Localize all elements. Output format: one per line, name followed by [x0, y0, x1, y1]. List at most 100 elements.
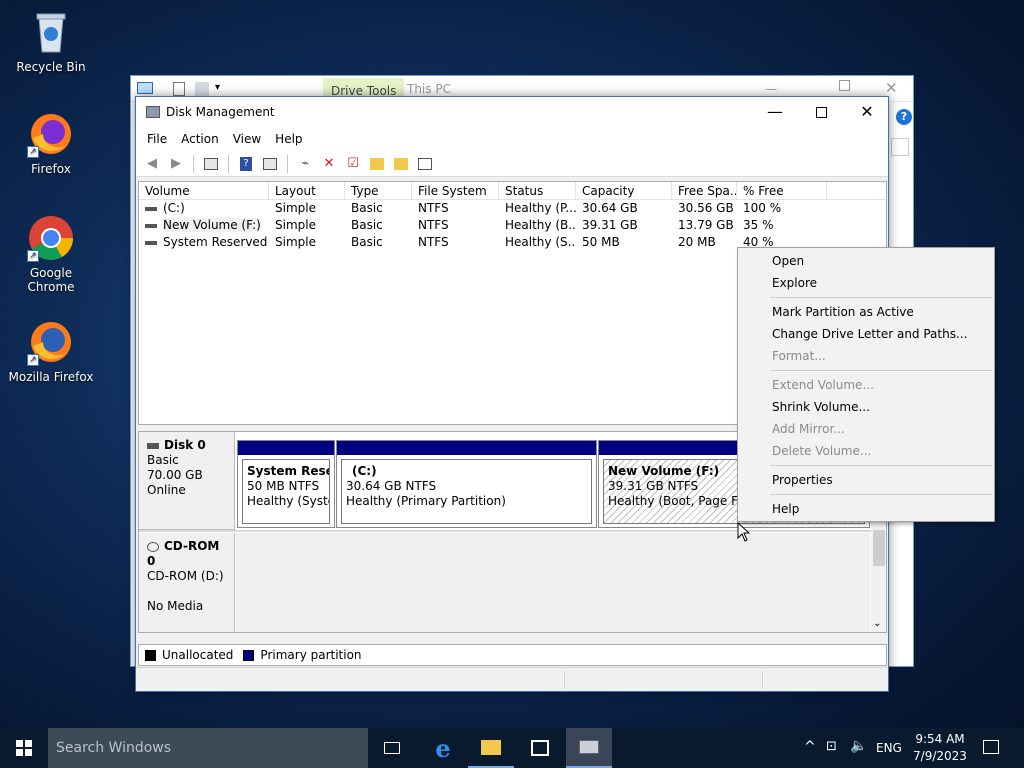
- volume-icon: [145, 223, 157, 228]
- desktop-icon-mozilla-firefox[interactable]: ↗ Mozilla Firefox: [5, 318, 97, 384]
- table-cell: 39.31 GB: [582, 218, 638, 232]
- table-cell: Simple: [275, 235, 316, 249]
- forward-icon[interactable]: ▶: [166, 154, 186, 174]
- desktop-icon-recycle-bin[interactable]: Recycle Bin: [5, 8, 97, 74]
- column-header-free-space[interactable]: Free Spa...: [672, 182, 737, 199]
- menu-item-explore[interactable]: Explore: [738, 272, 994, 294]
- menu-item-extend-volume: Extend Volume...: [772, 378, 874, 392]
- volume-name: New Volume (F:): [163, 218, 261, 232]
- help-icon[interactable]: ?: [896, 109, 912, 125]
- connect-drive-icon[interactable]: ⌁: [295, 154, 315, 174]
- taskbar-file-explorer[interactable]: [468, 728, 514, 768]
- menu-separator: [770, 370, 992, 371]
- show-hide-action-pane-icon[interactable]: [260, 154, 280, 174]
- menu-action[interactable]: Action: [174, 129, 226, 151]
- new-folder-icon[interactable]: [195, 82, 209, 96]
- properties-icon[interactable]: [415, 154, 435, 174]
- menu-view[interactable]: View: [226, 129, 268, 151]
- menu-item-open[interactable]: Open: [738, 250, 994, 272]
- menu-item-format: Format...: [772, 349, 826, 363]
- disk-state: Online: [147, 483, 186, 497]
- search-placeholder: Search Windows: [56, 740, 172, 756]
- clock[interactable]: 9:54 AM 7/9/2023: [910, 731, 970, 765]
- table-row[interactable]: New Volume (F:) Simple Basic NTFS Health…: [139, 217, 886, 234]
- partition-c[interactable]: (C:) 30.64 GB NTFS Healthy (Primary Part…: [336, 440, 597, 528]
- show-hide-console-tree-icon[interactable]: [201, 154, 221, 174]
- check-icon[interactable]: ☑: [343, 154, 363, 174]
- column-header-file-system[interactable]: File System: [412, 182, 499, 199]
- volume-name: System Reserved: [163, 235, 268, 249]
- table-cell: 30.56 GB: [678, 201, 734, 215]
- search-folder-icon[interactable]: [391, 154, 411, 174]
- menu-item-change-drive-letter[interactable]: Change Drive Letter and Paths...: [738, 323, 994, 345]
- search-button[interactable]: [891, 138, 909, 156]
- help-icon[interactable]: ?: [236, 154, 256, 174]
- table-row[interactable]: (C:) Simple Basic NTFS Healthy (P... 30.…: [139, 200, 886, 217]
- disk-0-info[interactable]: Disk 0 Basic 70.00 GB Online: [139, 432, 235, 530]
- action-center-icon[interactable]: [983, 740, 999, 754]
- taskbar-search-box[interactable]: Search Windows: [48, 728, 368, 768]
- window-titlebar[interactable]: Disk Management — ✕: [136, 97, 888, 129]
- show-hidden-icons-icon[interactable]: ^: [804, 739, 816, 755]
- quick-access-dropdown-icon[interactable]: ▾: [215, 82, 220, 93]
- table-cell: NTFS: [418, 235, 449, 249]
- column-header-capacity[interactable]: Capacity: [576, 182, 672, 199]
- table-cell: Basic: [351, 201, 383, 215]
- taskbar-edge[interactable]: e: [420, 728, 466, 768]
- partition-body: (C:) 30.64 GB NTFS Healthy (Primary Part…: [341, 459, 592, 524]
- cdrom-label: CD-ROM 0: [147, 539, 226, 569]
- scroll-down-icon[interactable]: ⌄: [873, 618, 881, 629]
- status-bar: [136, 667, 888, 691]
- start-button[interactable]: [0, 728, 48, 768]
- scrollbar-thumb[interactable]: [873, 530, 885, 566]
- table-cell: Healthy (S...: [505, 235, 576, 249]
- window-title: Disk Management: [166, 105, 275, 119]
- maximize-button[interactable]: [798, 97, 844, 127]
- network-icon[interactable]: ⊡: [826, 739, 837, 754]
- explorer-title: This PC: [407, 82, 451, 96]
- menu-file[interactable]: File: [140, 129, 174, 151]
- legend-unallocated: Unallocated: [162, 648, 234, 662]
- column-header-layout[interactable]: Layout: [269, 182, 345, 199]
- volume-icon[interactable]: 🔈: [850, 738, 867, 754]
- close-button[interactable]: ✕: [844, 97, 890, 127]
- cdrom-0-info[interactable]: CD-ROM 0 CD-ROM (D:) No Media: [139, 533, 235, 632]
- taskbar-disk-management[interactable]: [566, 728, 612, 768]
- desktop-icon-firefox[interactable]: ↗ Firefox: [5, 110, 97, 176]
- minimize-button[interactable]: —: [752, 97, 798, 127]
- column-header-volume[interactable]: Volume: [139, 182, 269, 199]
- menu-item-mark-partition-active[interactable]: Mark Partition as Active: [738, 301, 994, 323]
- taskbar-store[interactable]: [517, 728, 563, 768]
- properties-icon[interactable]: [173, 82, 185, 96]
- close-icon[interactable]: ✕: [885, 79, 898, 97]
- chrome-icon: ↗: [27, 214, 75, 262]
- column-header-status[interactable]: Status: [499, 182, 576, 199]
- table-cell: 13.79 GB: [678, 218, 734, 232]
- column-header-type[interactable]: Type: [345, 182, 412, 199]
- minimize-icon[interactable]: —: [765, 82, 777, 96]
- menu-help[interactable]: Help: [268, 129, 309, 151]
- folder-icon: [481, 739, 501, 755]
- menu-item-help[interactable]: Help: [738, 498, 994, 520]
- maximize-icon[interactable]: [839, 80, 850, 91]
- desktop-icon-google-chrome[interactable]: ↗ Google Chrome: [5, 214, 97, 294]
- table-cell: Simple: [275, 201, 316, 215]
- cdrom-area: [236, 533, 870, 632]
- cdrom-icon: [147, 541, 159, 552]
- delete-icon[interactable]: ✕: [319, 154, 339, 174]
- menu-item-properties[interactable]: Properties: [738, 469, 994, 491]
- toolbar: ◀ ▶ ? ⌁ ✕ ☑: [136, 151, 888, 177]
- language-indicator[interactable]: ENG: [876, 741, 902, 755]
- status-divider: [564, 671, 565, 689]
- table-cell: 100 %: [743, 201, 782, 215]
- desktop-icon-label: Recycle Bin: [16, 60, 86, 74]
- legend: Unallocated Primary partition: [138, 644, 887, 666]
- partition-system-reserved[interactable]: System Reserv 50 MB NTFS Healthy (System: [237, 440, 335, 528]
- column-header-percent-free[interactable]: % Free: [737, 182, 827, 199]
- folder-up-icon[interactable]: [367, 154, 387, 174]
- shortcut-arrow-icon: ↗: [27, 354, 39, 366]
- back-icon[interactable]: ◀: [142, 154, 162, 174]
- menu-item-shrink-volume[interactable]: Shrink Volume...: [738, 396, 994, 418]
- task-view-button[interactable]: [369, 728, 415, 768]
